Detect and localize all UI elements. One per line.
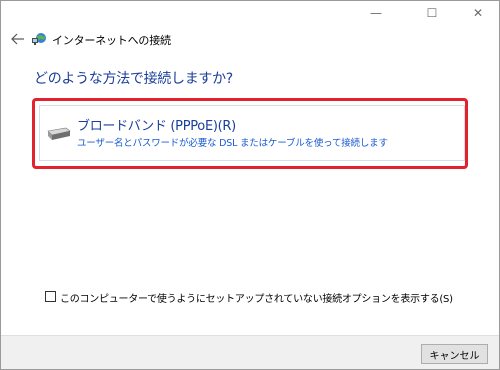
page-heading: どのような方法で接続しますか? [34,71,233,87]
maximize-icon: ☐ [426,6,438,20]
option-broadband-pppoe[interactable]: ブロードバンド (PPPoE)(R) ユーザー名とパスワードが必要な DSL ま… [39,105,465,161]
footer-bar: キャンセル [1,335,499,369]
close-icon: ✕ [472,6,484,20]
cancel-button[interactable]: キャンセル [421,344,488,364]
broadband-device-icon [47,127,71,140]
show-options-checkbox[interactable] [45,291,56,302]
close-button[interactable]: ✕ [461,1,495,25]
show-options-row[interactable]: このコンピューターで使うようにセットアップされていない接続オプションを表示する(… [45,289,485,305]
window-title: インターネットへの接続 [52,34,171,47]
title-bar: — ☐ ✕ [1,1,499,31]
minimize-button[interactable]: — [359,1,393,25]
network-connection-icon [32,33,46,45]
option-title: ブロードバンド (PPPoE)(R) [77,119,236,134]
option-description: ユーザー名とパスワードが必要な DSL またはケーブルを使って接続します [77,138,388,149]
navigation-row: インターネットへの接続 [1,29,499,51]
maximize-button[interactable]: ☐ [415,1,449,25]
minimize-icon: — [370,6,382,20]
back-arrow-icon[interactable] [9,29,27,49]
show-options-label[interactable]: このコンピューターで使うようにセットアップされていない接続オプションを表示する(… [60,290,453,305]
connect-to-internet-window: — ☐ ✕ インターネットへの接続 どのような方法で接続しますか? ブロードバン… [0,0,500,370]
